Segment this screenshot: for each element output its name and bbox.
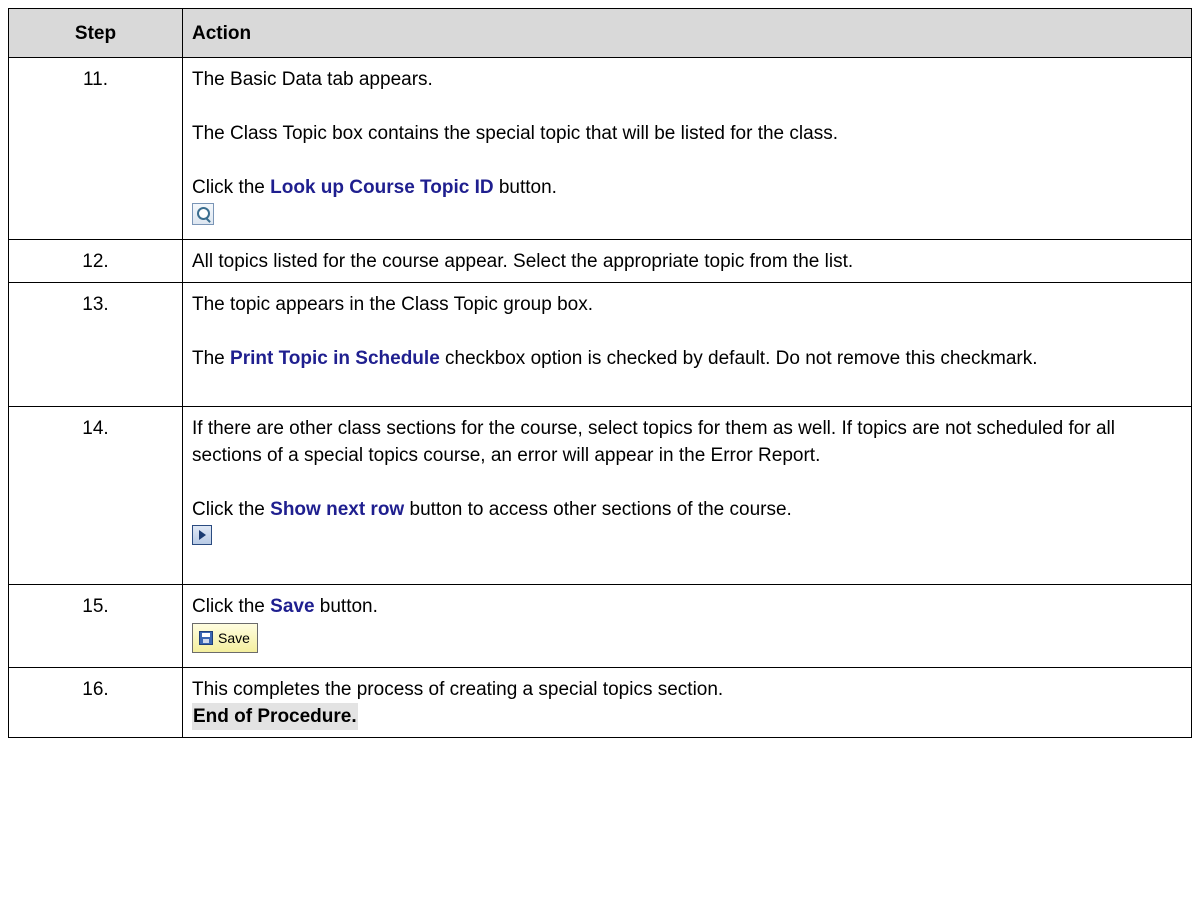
step-number: 16. — [8, 667, 183, 738]
action-cell: The Basic Data tab appears. The Class To… — [182, 57, 1192, 240]
action-text: The Class Topic box contains the special… — [192, 123, 838, 144]
table-row: 13. The topic appears in the Class Topic… — [8, 282, 1192, 407]
step-number: 11. — [8, 57, 183, 240]
action-cell: If there are other class sections for th… — [182, 406, 1192, 585]
step-number: 14. — [8, 406, 183, 585]
step-column-header: Step — [8, 8, 183, 58]
table-row: 16. This completes the process of creati… — [8, 667, 1192, 738]
show-next-row-keyword: Show next row — [270, 499, 405, 520]
table-row: 12. All topics listed for the course app… — [8, 239, 1192, 283]
step-number: 15. — [8, 584, 183, 668]
table-row: 14. If there are other class sections fo… — [8, 406, 1192, 585]
lookup-magnifier-icon[interactable] — [192, 203, 214, 225]
action-cell: Click the Save button. Save — [182, 584, 1192, 668]
step-number: 13. — [8, 282, 183, 407]
action-cell: This completes the process of creating a… — [182, 667, 1192, 738]
table-row: 11. The Basic Data tab appears. The Clas… — [8, 57, 1192, 240]
action-cell: The topic appears in the Class Topic gro… — [182, 282, 1192, 407]
print-topic-in-schedule-keyword: Print Topic in Schedule — [230, 348, 440, 369]
action-column-header: Action — [182, 8, 1192, 58]
action-instruction: Click the Show next row button to access… — [192, 499, 792, 520]
procedure-table: Step Action 11. The Basic Data tab appea… — [8, 8, 1192, 738]
action-instruction: Click the Save button. — [192, 596, 378, 617]
floppy-disk-icon — [199, 631, 213, 645]
action-cell: All topics listed for the course appear.… — [182, 239, 1192, 283]
table-row: 15. Click the Save button. Save — [8, 584, 1192, 668]
action-text: This completes the process of creating a… — [192, 679, 724, 700]
action-instruction: Click the Look up Course Topic ID button… — [192, 177, 557, 198]
save-keyword: Save — [270, 596, 315, 617]
action-text: The Print Topic in Schedule checkbox opt… — [192, 348, 1038, 369]
show-next-row-arrow-icon[interactable] — [192, 525, 212, 545]
look-up-course-topic-id-keyword: Look up Course Topic ID — [270, 177, 494, 198]
save-button[interactable]: Save — [192, 623, 258, 653]
end-of-procedure-label: End of Procedure. — [192, 703, 358, 730]
step-number: 12. — [8, 239, 183, 283]
action-text: If there are other class sections for th… — [192, 418, 1115, 466]
action-text: The topic appears in the Class Topic gro… — [192, 294, 593, 315]
table-header-row: Step Action — [8, 8, 1192, 58]
action-text: All topics listed for the course appear.… — [192, 251, 854, 272]
action-text: The Basic Data tab appears. — [192, 69, 433, 90]
